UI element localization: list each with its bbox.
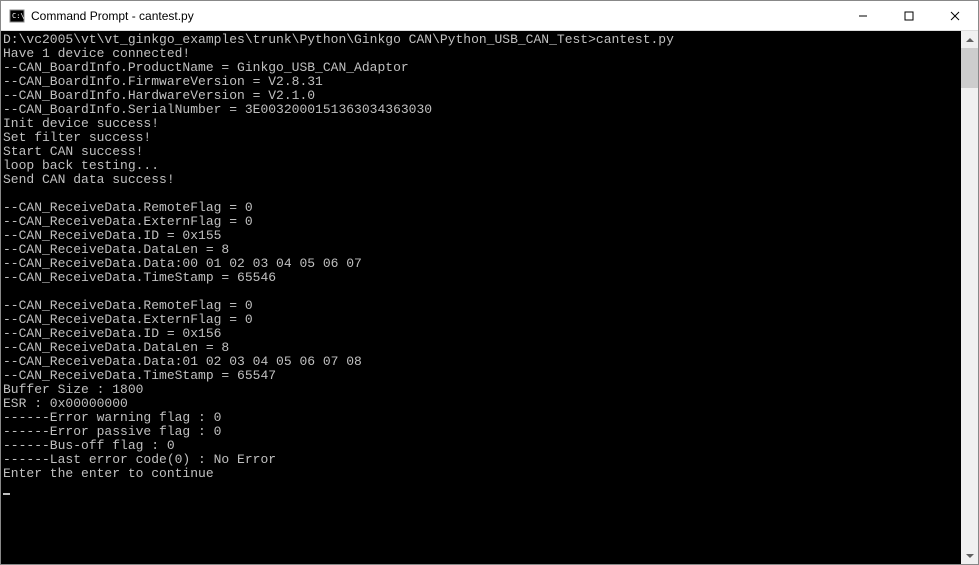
scrollbar-track[interactable] [961,48,978,547]
terminal-line: ------Error warning flag : 0 [3,411,959,425]
window-controls [840,1,978,30]
terminal-container: D:\vc2005\vt\vt_ginkgo_examples\trunk\Py… [1,31,978,564]
cursor [3,493,10,495]
terminal-line: Buffer Size : 1800 [3,383,959,397]
terminal-line: D:\vc2005\vt\vt_ginkgo_examples\trunk\Py… [3,33,959,47]
titlebar[interactable]: C:\ Command Prompt - cantest.py [1,1,978,31]
terminal-line: --CAN_ReceiveData.ID = 0x155 [3,229,959,243]
terminal-line: --CAN_ReceiveData.DataLen = 8 [3,341,959,355]
scroll-up-arrow[interactable] [961,31,978,48]
svg-text:C:\: C:\ [12,12,25,20]
terminal-line: --CAN_BoardInfo.SerialNumber = 3E0032000… [3,103,959,117]
terminal-line: --CAN_BoardInfo.FirmwareVersion = V2.8.3… [3,75,959,89]
terminal-line: Send CAN data success! [3,173,959,187]
close-button[interactable] [932,1,978,30]
maximize-button[interactable] [886,1,932,30]
terminal-line: --CAN_ReceiveData.TimeStamp = 65547 [3,369,959,383]
terminal-line: ------Error passive flag : 0 [3,425,959,439]
minimize-button[interactable] [840,1,886,30]
terminal-line: Enter the enter to continue [3,467,959,481]
terminal-line [3,187,959,201]
terminal-line: --CAN_ReceiveData.ExternFlag = 0 [3,215,959,229]
terminal-line: --CAN_ReceiveData.TimeStamp = 65546 [3,271,959,285]
terminal-output[interactable]: D:\vc2005\vt\vt_ginkgo_examples\trunk\Py… [1,31,961,564]
terminal-line: --CAN_ReceiveData.ExternFlag = 0 [3,313,959,327]
terminal-line: loop back testing... [3,159,959,173]
terminal-cursor-line [3,481,959,495]
command-prompt-window: C:\ Command Prompt - cantest.py D:\vc200… [0,0,979,565]
terminal-line: --CAN_BoardInfo.HardwareVersion = V2.1.0 [3,89,959,103]
terminal-line: --CAN_ReceiveData.Data:00 01 02 03 04 05… [3,257,959,271]
scrollbar-thumb[interactable] [961,48,978,88]
terminal-line: Init device success! [3,117,959,131]
terminal-line: --CAN_ReceiveData.ID = 0x156 [3,327,959,341]
terminal-line: --CAN_BoardInfo.ProductName = Ginkgo_USB… [3,61,959,75]
scroll-down-arrow[interactable] [961,547,978,564]
terminal-line: Set filter success! [3,131,959,145]
terminal-line: ------Bus-off flag : 0 [3,439,959,453]
terminal-line: --CAN_ReceiveData.RemoteFlag = 0 [3,201,959,215]
terminal-line [3,285,959,299]
terminal-line: --CAN_ReceiveData.RemoteFlag = 0 [3,299,959,313]
window-title: Command Prompt - cantest.py [31,9,840,23]
terminal-line: Start CAN success! [3,145,959,159]
cmd-icon: C:\ [9,8,25,24]
terminal-line: --CAN_ReceiveData.Data:01 02 03 04 05 06… [3,355,959,369]
terminal-line: ------Last error code(0) : No Error [3,453,959,467]
terminal-line: ESR : 0x00000000 [3,397,959,411]
vertical-scrollbar[interactable] [961,31,978,564]
terminal-line: Have 1 device connected! [3,47,959,61]
terminal-line: --CAN_ReceiveData.DataLen = 8 [3,243,959,257]
